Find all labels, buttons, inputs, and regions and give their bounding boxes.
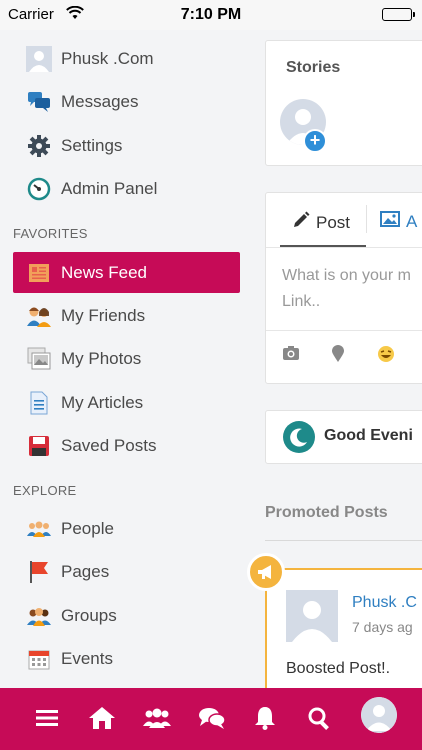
greeting-text: Good Eveni: [324, 427, 413, 444]
moon-icon: [283, 421, 315, 453]
menu-item-pages[interactable]: Pages: [13, 551, 240, 592]
camera-icon[interactable]: [282, 345, 300, 366]
menu-item-profile[interactable]: Phusk .Com: [13, 38, 240, 79]
pencil-icon: [292, 211, 310, 234]
floppy-disk-icon: [25, 432, 53, 460]
menu-item-saved-posts[interactable]: Saved Posts: [13, 425, 240, 466]
flag-icon: [25, 558, 53, 586]
status-bar: Carrier 7:10 PM: [0, 0, 422, 30]
menu-item-label: People: [61, 518, 114, 538]
profile-avatar-button[interactable]: [361, 697, 397, 733]
divider: [265, 540, 422, 541]
divider: [266, 247, 422, 248]
bottom-tab-bar: [0, 688, 422, 750]
menu-item-news-feed[interactable]: News Feed: [13, 252, 240, 293]
menu-item-label: Settings: [61, 135, 123, 155]
post-timestamp: 7 days ag: [352, 619, 413, 635]
photos-icon: [25, 345, 53, 373]
location-pin-icon[interactable]: [331, 345, 345, 368]
side-menu: Phusk .Com Messages Settings Admin Panel…: [0, 30, 252, 688]
avatar[interactable]: [286, 590, 338, 642]
tab-post-label: Post: [316, 212, 351, 232]
add-story-button[interactable]: +: [303, 129, 327, 153]
menu-item-admin-panel[interactable]: Admin Panel: [13, 168, 240, 209]
composer-placeholder-link: Link..: [282, 293, 321, 310]
menu-icon[interactable]: [31, 702, 63, 734]
tab-post[interactable]: Post: [292, 211, 350, 234]
messages-icon: [25, 88, 53, 116]
gear-icon: [25, 132, 53, 160]
promoted-posts-title: Promoted Posts: [265, 504, 388, 521]
menu-item-label: My Articles: [61, 392, 144, 412]
menu-item-label: News Feed: [61, 262, 147, 282]
menu-item-label: My Photos: [61, 348, 142, 368]
menu-item-label: Events: [61, 648, 113, 668]
calendar-icon: [25, 645, 53, 673]
menu-item-label: Phusk .Com: [61, 48, 154, 68]
news-feed-panel: Stories + Post A What is on your m Link.…: [264, 30, 422, 688]
post-composer-card: Post A What is on your m Link..: [265, 192, 422, 384]
post-author-link[interactable]: Phusk .C: [352, 594, 417, 612]
search-icon[interactable]: [303, 702, 335, 734]
battery-icon: [382, 8, 415, 21]
composer-placeholder: What is on your m: [282, 267, 411, 284]
explore-section-label: EXPLORE: [13, 483, 77, 498]
menu-item-people[interactable]: People: [13, 508, 240, 549]
clock: 7:10 PM: [180, 6, 242, 23]
notifications-bell-icon[interactable]: [249, 702, 281, 734]
groups-icon: [25, 602, 53, 630]
friends-tab-icon[interactable]: [141, 702, 173, 734]
menu-item-my-articles[interactable]: My Articles: [13, 382, 240, 423]
megaphone-icon: [247, 553, 285, 591]
favorites-section-label: FAVORITES: [13, 226, 88, 241]
stories-card: Stories +: [265, 40, 422, 166]
dashboard-gauge-icon: [25, 175, 53, 203]
friends-icon: [25, 302, 53, 330]
tab-divider: [366, 205, 367, 233]
menu-item-settings[interactable]: Settings: [13, 125, 240, 166]
home-icon[interactable]: [86, 702, 118, 734]
menu-item-my-friends[interactable]: My Friends: [13, 295, 240, 336]
people-icon: [25, 515, 53, 543]
newspaper-icon: [25, 259, 53, 287]
menu-item-my-photos[interactable]: My Photos: [13, 338, 240, 379]
stories-title: Stories: [286, 59, 341, 76]
divider: [266, 330, 422, 331]
post-text-input[interactable]: What is on your m Link..: [282, 263, 422, 315]
tab-album-label: A: [406, 211, 418, 231]
document-icon: [25, 389, 53, 417]
image-icon: [380, 211, 400, 232]
menu-item-label: Admin Panel: [61, 178, 158, 198]
greeting-card: Good Eveni: [265, 410, 422, 464]
tab-album[interactable]: A: [380, 211, 417, 232]
menu-item-label: Saved Posts: [61, 435, 157, 455]
menu-item-label: My Friends: [61, 305, 146, 325]
menu-item-label: Groups: [61, 605, 117, 625]
chat-icon[interactable]: [196, 702, 228, 734]
menu-item-label: Pages: [61, 561, 110, 581]
menu-item-label: Messages: [61, 91, 139, 111]
emoji-icon[interactable]: [377, 345, 395, 368]
menu-item-events[interactable]: Events: [13, 638, 240, 679]
profile-avatar-icon: [25, 45, 53, 73]
menu-item-groups[interactable]: Groups: [13, 595, 240, 636]
menu-item-messages[interactable]: Messages: [13, 81, 240, 122]
post-body-text: Boosted Post!.: [286, 660, 391, 677]
